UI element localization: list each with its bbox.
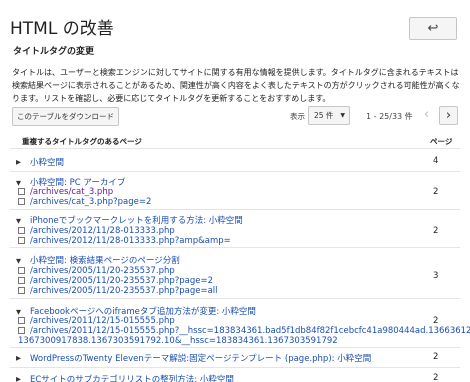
url-link-continued[interactable]: 1367300917838.1367303591792.10&__hssc=18… bbox=[18, 336, 338, 346]
row-page-count: 2 bbox=[433, 226, 439, 236]
page-icon bbox=[18, 277, 25, 284]
row-title-link[interactable]: 小粋空間 bbox=[30, 156, 64, 168]
url-link[interactable]: /archives/cat_3.php bbox=[30, 187, 113, 197]
row-title-link[interactable]: 小粋空間: 検索結果ページのページ分割 bbox=[30, 254, 180, 266]
collapse-triangle-icon[interactable]: ▼ bbox=[16, 308, 21, 316]
row-page-count: 3 bbox=[433, 271, 439, 281]
html-improvements-page: HTML の改善 ↩ タイトルタグの変更 タイトルは、ユーザーと検索エンジンに対… bbox=[0, 0, 470, 382]
expand-triangle-icon[interactable]: ▶ bbox=[16, 158, 21, 166]
url-link[interactable]: /archives/2005/11/20-235537.php?page=all bbox=[30, 286, 218, 296]
url-link[interactable]: /archives/2011/12/15-015555.php bbox=[30, 316, 175, 326]
column-header-title[interactable]: 重複するタイトルタグのあるページ bbox=[22, 136, 142, 147]
back-button[interactable]: ↩ bbox=[409, 17, 457, 40]
section-title: タイトルタグの変更 bbox=[13, 47, 95, 57]
page-icon bbox=[18, 317, 25, 324]
url-link[interactable]: /archives/cat_3.php?page=2 bbox=[30, 197, 151, 207]
row-page-count: 2 bbox=[433, 316, 439, 326]
row-title-link[interactable]: iPhoneでブックマークレットを利用する方法: 小粋空間 bbox=[30, 214, 243, 226]
row-divider bbox=[10, 347, 460, 348]
row-page-count: 2 bbox=[433, 352, 439, 362]
row-title-link[interactable]: WordPressのTwenty Elevenテーマ解説:固定ページテンプレート… bbox=[30, 352, 371, 364]
prev-page-button[interactable]: ‹ bbox=[417, 106, 436, 125]
url-link[interactable]: /archives/2011/12/15-015555.php?__hssc=1… bbox=[30, 326, 470, 336]
row-divider bbox=[10, 171, 460, 172]
row-page-count: 2 bbox=[433, 373, 439, 382]
url-link[interactable]: /archives/2005/11/20-235537.php?page=2 bbox=[30, 276, 213, 286]
row-page-count: 4 bbox=[433, 156, 439, 166]
section-description: タイトルは、ユーザーと検索エンジンに対してサイトに関する有用な情報を提供します。… bbox=[12, 68, 460, 103]
header-divider bbox=[10, 148, 460, 149]
collapse-triangle-icon[interactable]: ▼ bbox=[16, 217, 21, 225]
url-link[interactable]: /archives/2005/11/20-235537.php bbox=[30, 266, 175, 276]
per-page-select[interactable]: 25 件 ▼ bbox=[308, 106, 350, 125]
next-page-button[interactable]: › bbox=[439, 106, 458, 125]
pagination-range: 1 - 25/33 件 bbox=[366, 112, 413, 121]
page-icon bbox=[18, 287, 25, 294]
display-count-label: 表示 bbox=[290, 112, 305, 121]
page-icon bbox=[18, 267, 25, 274]
row-title-link[interactable]: ECサイトのサブカテゴリリストの整列方法: 小粋空間 bbox=[30, 373, 234, 382]
page-icon bbox=[18, 188, 25, 195]
url-link[interactable]: /archives/2012/11/28-013333.php?amp&amp= bbox=[30, 236, 231, 246]
row-divider bbox=[10, 367, 460, 368]
collapse-triangle-icon[interactable]: ▼ bbox=[16, 179, 21, 187]
page-icon bbox=[18, 237, 25, 244]
row-divider bbox=[10, 298, 460, 299]
expand-triangle-icon[interactable]: ▶ bbox=[16, 375, 21, 382]
column-header-pages[interactable]: ページ bbox=[430, 136, 452, 147]
collapse-triangle-icon[interactable]: ▼ bbox=[16, 257, 21, 265]
page-icon bbox=[18, 227, 25, 234]
expand-triangle-icon[interactable]: ▶ bbox=[16, 354, 21, 362]
page-title: HTML の改善 bbox=[10, 19, 114, 39]
row-page-count: 2 bbox=[433, 187, 439, 197]
per-page-value: 25 件 bbox=[314, 111, 334, 120]
row-divider bbox=[10, 247, 460, 248]
page-icon bbox=[18, 198, 25, 205]
url-link[interactable]: /archives/2012/11/28-013333.php bbox=[30, 226, 175, 236]
chevron-down-icon: ▼ bbox=[340, 112, 345, 119]
row-divider bbox=[10, 209, 460, 210]
page-icon bbox=[18, 327, 25, 334]
download-table-button[interactable]: このテーブルをダウンロード bbox=[12, 107, 119, 126]
